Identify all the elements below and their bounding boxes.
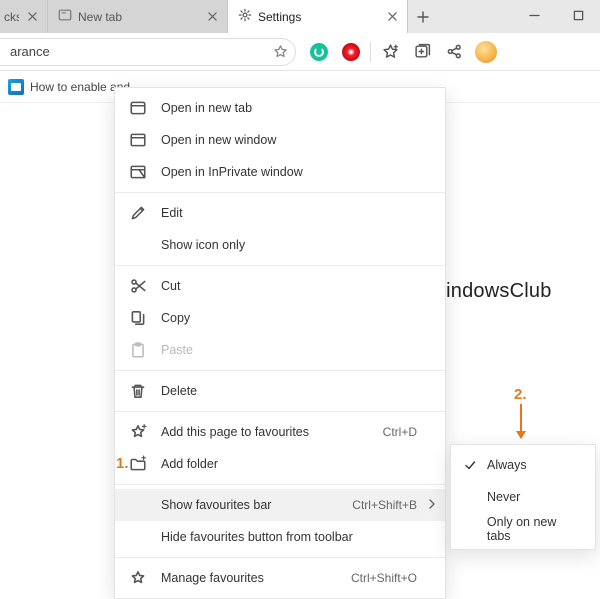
separator [115, 192, 445, 193]
menu-label: Manage favourites [161, 571, 337, 585]
tab-truncated[interactable]: cks, H [0, 0, 48, 33]
copy-icon [129, 309, 147, 327]
blank-icon [129, 496, 147, 514]
menu-label: Add folder [161, 457, 417, 471]
menu-label: Open in InPrivate window [161, 165, 417, 179]
window-controls [512, 0, 600, 30]
context-menu: Open in new tab Open in new window Open … [114, 87, 446, 599]
tab-strip: cks, H New tab Settings [0, 0, 438, 33]
minimize-button[interactable] [512, 0, 556, 30]
bookmark-favicon [8, 79, 24, 95]
menu-shortcut: Ctrl+D [383, 425, 417, 439]
new-tab-button[interactable] [408, 0, 438, 33]
share-icon[interactable] [439, 37, 469, 67]
titlebar: cks, H New tab Settings [0, 0, 600, 33]
menu-label: Hide favourites button from toolbar [161, 530, 417, 544]
trash-icon [129, 382, 147, 400]
menu-open-new-window[interactable]: Open in new window [115, 124, 445, 156]
submenu-label: Never [487, 490, 520, 504]
inprivate-icon [129, 163, 147, 181]
separator [115, 557, 445, 558]
separator [370, 42, 371, 62]
address-text: arance [10, 44, 271, 59]
check-icon [463, 459, 477, 471]
star-gear-icon [129, 569, 147, 587]
callout-two: 2. [514, 386, 527, 403]
tab-settings[interactable]: Settings [228, 0, 408, 33]
menu-label: Show favourites bar [161, 498, 338, 512]
menu-shortcut: Ctrl+Shift+O [351, 571, 417, 585]
close-icon[interactable] [205, 10, 219, 24]
menu-hide-favourites-button[interactable]: Hide favourites button from toolbar [115, 521, 445, 553]
separator [115, 265, 445, 266]
menu-label: Cut [161, 279, 417, 293]
menu-cut[interactable]: Cut [115, 270, 445, 302]
menu-show-icon-only[interactable]: Show icon only [115, 229, 445, 261]
close-icon[interactable] [385, 10, 399, 24]
separator [115, 370, 445, 371]
menu-label: Show icon only [161, 238, 417, 252]
menu-paste: Paste [115, 334, 445, 366]
menu-show-favourites-bar[interactable]: Show favourites bar Ctrl+Shift+B [115, 489, 445, 521]
close-icon[interactable] [25, 10, 39, 24]
menu-delete[interactable]: Delete [115, 375, 445, 407]
menu-edit[interactable]: Edit [115, 197, 445, 229]
menu-label: Delete [161, 384, 417, 398]
collections-icon[interactable] [407, 37, 437, 67]
menu-manage-favourites[interactable]: Manage favourites Ctrl+Shift+O [115, 562, 445, 594]
submenu-show-favourites-bar: Always Never Only on new tabs [450, 444, 596, 550]
newtab-page-icon [58, 8, 72, 25]
menu-label: Open in new tab [161, 101, 417, 115]
submenu-only-new-tabs[interactable]: Only on new tabs [451, 513, 595, 545]
callout-one: 1. [116, 455, 129, 472]
separator [115, 411, 445, 412]
grammarly-icon[interactable] [304, 37, 334, 67]
menu-label: Edit [161, 206, 417, 220]
tab-newtab[interactable]: New tab [48, 0, 228, 33]
toolbar-actions [304, 37, 501, 67]
favourite-star-icon[interactable] [271, 44, 289, 59]
favourites-button[interactable] [375, 37, 405, 67]
submenu-always[interactable]: Always [451, 449, 595, 481]
menu-open-inprivate[interactable]: Open in InPrivate window [115, 156, 445, 188]
toolbar: arance [0, 33, 600, 71]
menu-label: Open in new window [161, 133, 417, 147]
menu-shortcut: Ctrl+Shift+B [352, 498, 417, 512]
opera-icon[interactable] [336, 37, 366, 67]
window-icon [129, 131, 147, 149]
menu-add-folder[interactable]: Add folder [115, 448, 445, 480]
menu-add-page-favourites[interactable]: Add this page to favourites Ctrl+D [115, 416, 445, 448]
menu-label: Paste [161, 343, 417, 357]
menu-copy[interactable]: Copy [115, 302, 445, 334]
tab-label: cks, H [4, 10, 19, 24]
maximize-button[interactable] [556, 0, 600, 30]
separator [115, 484, 445, 485]
star-plus-icon [129, 423, 147, 441]
menu-label: Copy [161, 311, 417, 325]
profile-avatar[interactable] [471, 37, 501, 67]
folder-plus-icon [129, 455, 147, 473]
paste-icon [129, 341, 147, 359]
menu-open-new-tab[interactable]: Open in new tab [115, 92, 445, 124]
gear-icon [238, 8, 252, 25]
submenu-never[interactable]: Never [451, 481, 595, 513]
tab-label: New tab [78, 10, 199, 24]
chevron-right-icon [427, 498, 437, 512]
new-tab-icon [129, 99, 147, 117]
scissors-icon [129, 277, 147, 295]
address-bar[interactable]: arance [0, 38, 296, 66]
callout-arrow [520, 404, 522, 438]
pencil-icon [129, 204, 147, 222]
tab-label: Settings [258, 10, 379, 24]
menu-label: Add this page to favourites [161, 425, 369, 439]
submenu-label: Only on new tabs [487, 515, 583, 543]
submenu-label: Always [487, 458, 527, 472]
